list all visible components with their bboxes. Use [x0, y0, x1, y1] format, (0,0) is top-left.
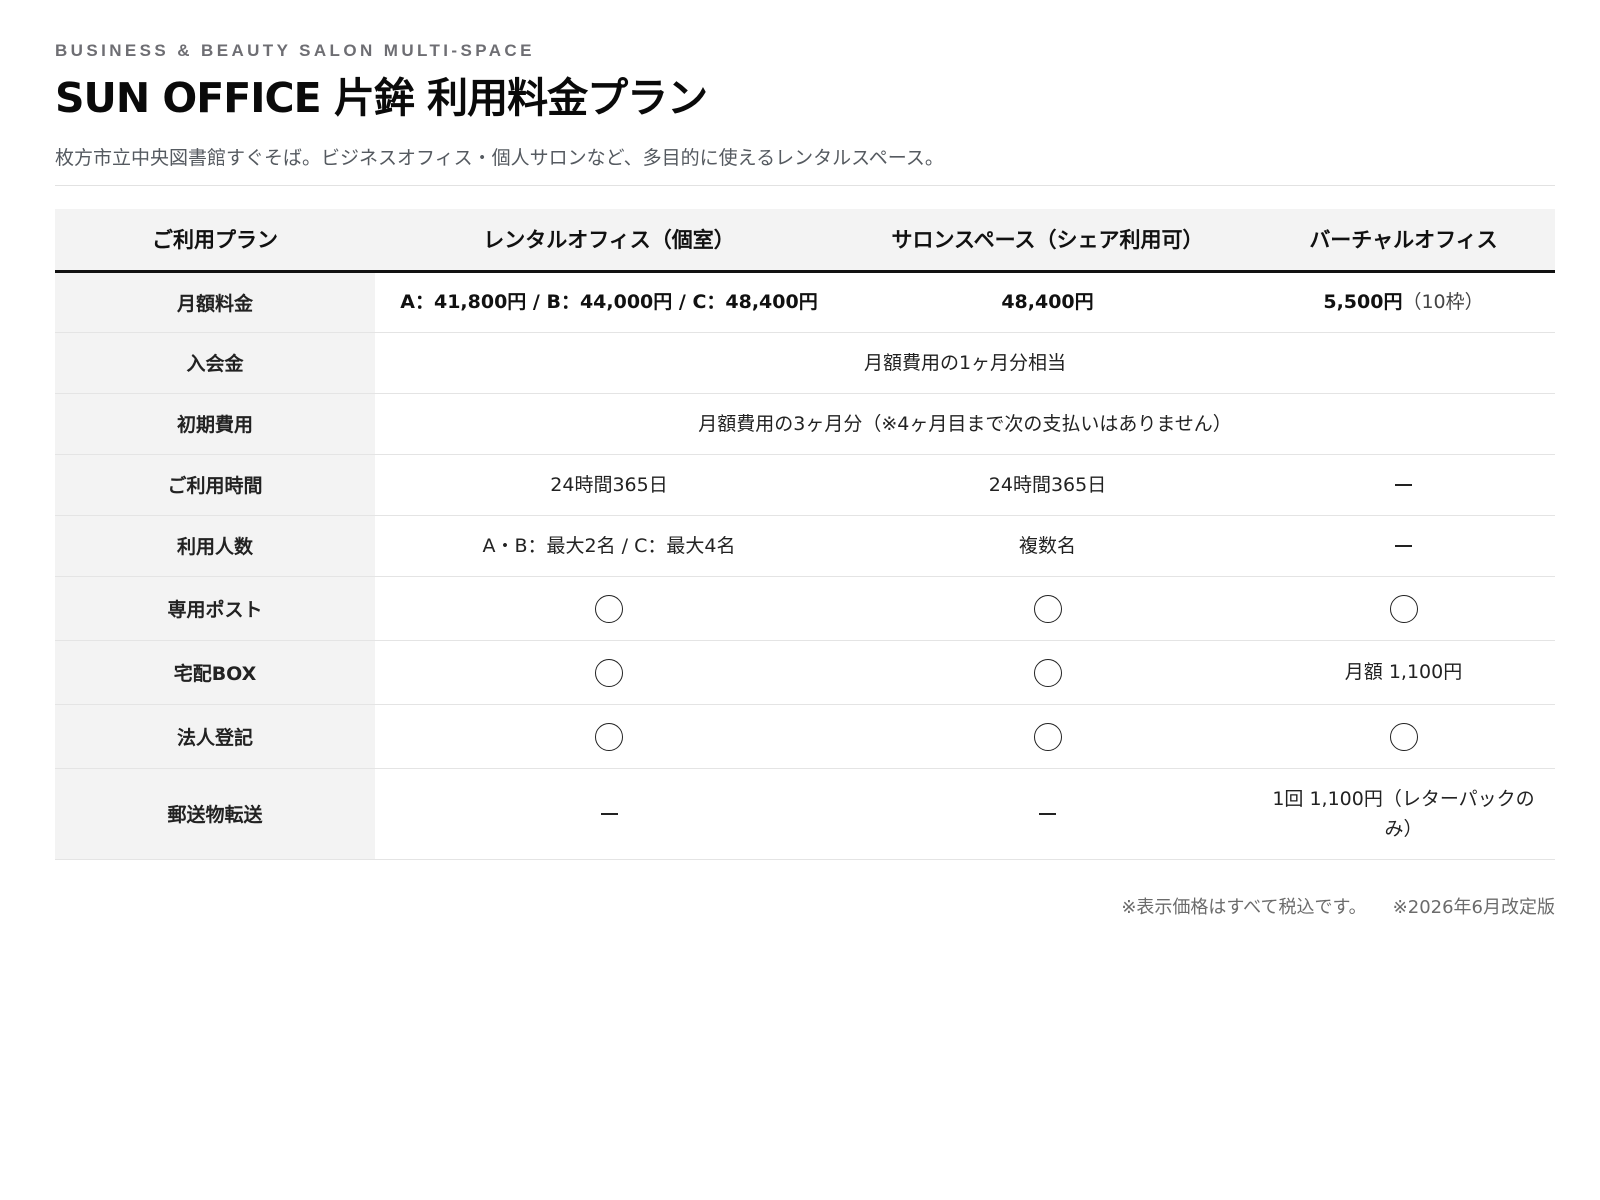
dash-icon — [1395, 484, 1412, 486]
row-label: 専用ポスト — [55, 576, 375, 641]
cell-office — [375, 704, 843, 769]
table-row-hours: ご利用時間 24時間365日 24時間365日 — [55, 454, 1555, 516]
cell-virtual — [1252, 515, 1555, 577]
row-label: 入会金 — [55, 332, 375, 394]
cell-salon — [843, 704, 1252, 769]
row-label: 宅配BOX — [55, 640, 375, 705]
cell-office: A・B：最大2名 / C：最大4名 — [375, 515, 843, 577]
row-label: 月額料金 — [55, 271, 375, 333]
row-label: 法人登記 — [55, 704, 375, 769]
dash-icon — [1039, 813, 1056, 815]
table-row-capacity: 利用人数 A・B：最大2名 / C：最大4名 複数名 — [55, 515, 1555, 577]
row-label: 郵送物転送 — [55, 768, 375, 860]
circle-icon — [1033, 722, 1062, 751]
column-header-salon-space: サロンスペース（シェア利用可） — [843, 209, 1252, 273]
circle-icon — [1033, 658, 1062, 687]
circle-icon — [595, 594, 623, 623]
row-label: 初期費用 — [55, 393, 375, 455]
table-row-admission-fee: 入会金 月額費用の1ヶ月分相当 — [55, 332, 1555, 394]
revision-note: ※2026年6月改定版 — [1392, 896, 1555, 918]
cell-virtual: 5,500円（10枠） — [1252, 271, 1555, 333]
cell-office: 24時間365日 — [375, 454, 843, 516]
table-header-row: ご利用プラン レンタルオフィス（個室） サロンスペース（シェア利用可） バーチャ… — [55, 209, 1555, 273]
pricing-table: ご利用プラン レンタルオフィス（個室） サロンスペース（シェア利用可） バーチャ… — [55, 209, 1555, 860]
cell-virtual: 1回 1,100円（レターパックのみ） — [1252, 768, 1555, 860]
cell-all-plans: 月額費用の3ヶ月分（※4ヶ月目まで次の支払いはありません） — [375, 393, 1555, 455]
circle-icon — [1033, 594, 1062, 623]
page-subtitle: 枚方市立中央図書館すぐそば。ビジネスオフィス・個人サロンなど、多目的に使えるレン… — [55, 147, 944, 169]
cell-all-plans: 月額費用の1ヶ月分相当 — [375, 332, 1555, 394]
virtual-price: 5,500円 — [1323, 291, 1403, 313]
dash-icon — [1395, 545, 1412, 547]
footnotes: ※表示価格はすべて税込です。 ※2026年6月改定版 — [55, 893, 1555, 919]
column-header-virtual-office: バーチャルオフィス — [1252, 209, 1555, 273]
table-row-corporate-registration: 法人登記 — [55, 704, 1555, 769]
cell-salon — [843, 576, 1252, 641]
cell-virtual — [1252, 454, 1555, 516]
cell-virtual — [1252, 704, 1555, 769]
cell-salon — [843, 768, 1252, 860]
header-divider — [55, 185, 1555, 186]
table-row-delivery-box: 宅配BOX 月額 1,100円 — [55, 640, 1555, 705]
cell-salon: 複数名 — [843, 515, 1252, 577]
page-title: SUN OFFICE 片鉾 利用料金プラン — [55, 74, 708, 122]
row-label: ご利用時間 — [55, 454, 375, 516]
cell-salon: 24時間365日 — [843, 454, 1252, 516]
circle-icon — [1389, 722, 1418, 751]
row-label: 利用人数 — [55, 515, 375, 577]
cell-office — [375, 576, 843, 641]
circle-icon — [595, 658, 623, 687]
cell-virtual: 月額 1,100円 — [1252, 640, 1555, 705]
column-header-rental-office: レンタルオフィス（個室） — [375, 209, 843, 273]
pricing-page: BUSINESS & BEAUTY SALON MULTI-SPACE SUN … — [0, 0, 1600, 1200]
table-row-mail-forwarding: 郵送物転送 1回 1,100円（レターパックのみ） — [55, 768, 1555, 860]
cell-office — [375, 640, 843, 705]
column-header-plan: ご利用プラン — [55, 209, 375, 273]
cell-salon — [843, 640, 1252, 705]
virtual-slot-note: （10枠） — [1402, 291, 1484, 313]
circle-icon — [595, 722, 623, 751]
eyebrow-label: BUSINESS & BEAUTY SALON MULTI-SPACE — [55, 41, 535, 60]
dash-icon — [600, 813, 618, 815]
cell-salon: 48,400円 — [843, 271, 1252, 333]
table-row-initial-cost: 初期費用 月額費用の3ヶ月分（※4ヶ月目まで次の支払いはありません） — [55, 393, 1555, 455]
circle-icon — [1389, 594, 1418, 623]
tax-note: ※表示価格はすべて税込です。 — [1121, 896, 1367, 918]
table-row-dedicated-post: 専用ポスト — [55, 576, 1555, 641]
cell-virtual — [1252, 576, 1555, 641]
cell-office: A：41,800円 / B：44,000円 / C：48,400円 — [375, 271, 843, 333]
table-row-monthly-fee: 月額料金 A：41,800円 / B：44,000円 / C：48,400円 4… — [55, 271, 1555, 333]
cell-office — [375, 768, 843, 860]
